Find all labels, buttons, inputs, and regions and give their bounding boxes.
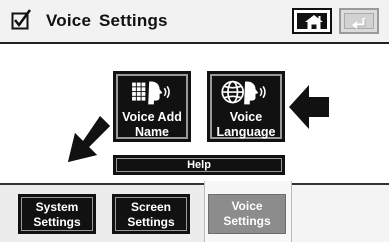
tab-label-line1: System — [35, 200, 79, 214]
help-button[interactable]: Help — [113, 155, 285, 175]
voice-language-label-line1: Voice — [229, 110, 263, 124]
home-button-face — [297, 13, 327, 29]
tab-label-line1: Voice — [231, 199, 263, 213]
tab-label-line2: Settings — [33, 215, 81, 229]
pointer-arrow-icon — [68, 116, 110, 162]
voice-add-name-button[interactable]: Voice Add Name — [113, 71, 191, 142]
voice-add-name-label-line2: Name — [134, 125, 170, 139]
tab-bar: System Settings Screen Settings Voice Se… — [0, 181, 389, 242]
voice-language-label-line2: Language — [216, 125, 276, 139]
pointer-arrow-icon — [289, 85, 329, 129]
return-arrow-icon — [352, 18, 366, 29]
checkbox-check-icon — [11, 9, 32, 30]
tab-label-line2: Settings — [127, 215, 175, 229]
tab-label-line1: Screen — [130, 200, 172, 214]
tab-voice-settings[interactable]: Voice Settings — [208, 194, 286, 234]
tab-label-line2: Settings — [223, 214, 271, 228]
grid-speaking-head-icon — [132, 81, 170, 105]
tab-screen-settings[interactable]: Screen Settings — [112, 194, 190, 234]
voice-language-button[interactable]: Voice Language — [207, 71, 285, 142]
voice-settings-screen: Voice Settings Voice Add Name Voice Lang… — [0, 0, 389, 242]
page-title: Voice Settings — [46, 11, 168, 30]
voice-add-name-label-line1: Voice Add — [122, 110, 182, 124]
home-button[interactable] — [292, 8, 332, 34]
back-button[interactable] — [339, 8, 379, 34]
tab-system-settings[interactable]: System Settings — [18, 194, 96, 234]
tab-divider — [290, 183, 389, 185]
home-icon — [305, 15, 323, 29]
back-button-face — [344, 13, 374, 29]
globe-speaking-head-icon — [221, 80, 266, 105]
header-bar: Voice Settings — [0, 0, 389, 44]
